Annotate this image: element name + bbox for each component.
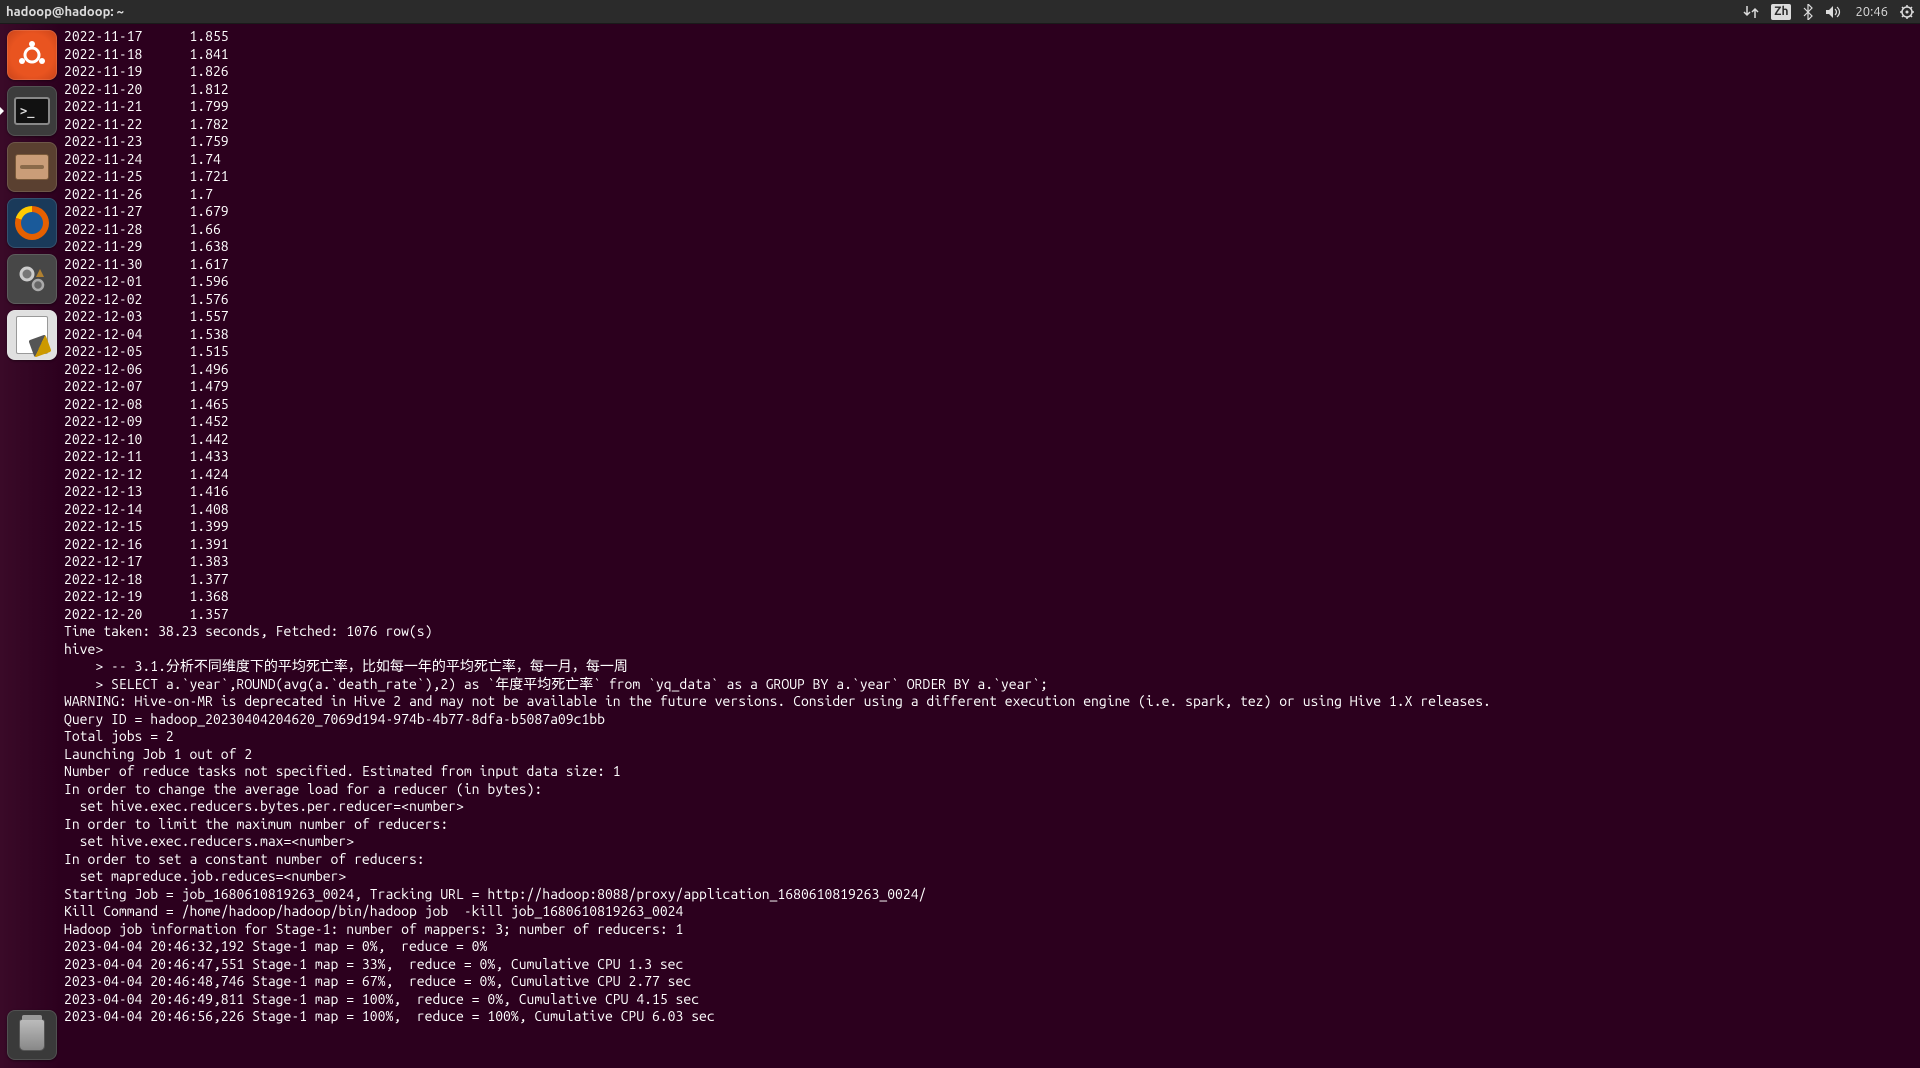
terminal-line: In order to limit the maximum number of … [64, 816, 1918, 834]
terminal-line: 2022-12-18 1.377 [64, 571, 1918, 589]
terminal-line: 2022-12-14 1.408 [64, 501, 1918, 519]
launcher-text-editor[interactable] [7, 310, 57, 360]
terminal-line: 2023-04-04 20:46:32,192 Stage-1 map = 0%… [64, 938, 1918, 956]
terminal-line: 2022-11-30 1.617 [64, 256, 1918, 274]
launcher-trash[interactable] [7, 1010, 57, 1060]
terminal-line: 2022-12-16 1.391 [64, 536, 1918, 554]
terminal-line: Kill Command = /home/hadoop/hadoop/bin/h… [64, 903, 1918, 921]
terminal-line: Query ID = hadoop_20230404204620_7069d19… [64, 711, 1918, 729]
terminal-line: 2022-11-26 1.7 [64, 186, 1918, 204]
terminal-line: 2022-11-25 1.721 [64, 168, 1918, 186]
terminal-line: WARNING: Hive-on-MR is deprecated in Hiv… [64, 693, 1918, 711]
terminal-line: 2022-12-08 1.465 [64, 396, 1918, 414]
top-panel: hadoop@hadoop: ~ Zh 20:46 [0, 0, 1920, 24]
sound-icon[interactable] [1825, 5, 1843, 19]
terminal-output[interactable]: 2022-11-17 1.8552022-11-18 1.8412022-11-… [64, 24, 1920, 1068]
launcher-files[interactable] [7, 142, 57, 192]
terminal-line: 2022-11-19 1.826 [64, 63, 1918, 81]
terminal-line: 2022-12-04 1.538 [64, 326, 1918, 344]
terminal-line: > -- 3.1.分析不同维度下的平均死亡率，比如每一年的平均死亡率，每一月，每… [64, 658, 1918, 676]
terminal-line: set hive.exec.reducers.max=<number> [64, 833, 1918, 851]
terminal-line: Time taken: 38.23 seconds, Fetched: 1076… [64, 623, 1918, 641]
terminal-line: 2023-04-04 20:46:48,746 Stage-1 map = 67… [64, 973, 1918, 991]
terminal-line: 2023-04-04 20:46:56,226 Stage-1 map = 10… [64, 1008, 1918, 1026]
terminal-line: 2022-12-07 1.479 [64, 378, 1918, 396]
terminal-line: 2023-04-04 20:46:49,811 Stage-1 map = 10… [64, 991, 1918, 1009]
clock[interactable]: 20:46 [1855, 5, 1888, 19]
terminal-line: 2022-12-02 1.576 [64, 291, 1918, 309]
terminal-line: 2022-12-11 1.433 [64, 448, 1918, 466]
terminal-line: 2022-11-22 1.782 [64, 116, 1918, 134]
terminal-line: Hadoop job information for Stage-1: numb… [64, 921, 1918, 939]
terminal-line: 2022-11-24 1.74 [64, 151, 1918, 169]
terminal-line: 2022-11-29 1.638 [64, 238, 1918, 256]
terminal-line: 2022-12-17 1.383 [64, 553, 1918, 571]
terminal-line: 2022-12-03 1.557 [64, 308, 1918, 326]
terminal-line: 2022-12-12 1.424 [64, 466, 1918, 484]
terminal-line: 2022-12-06 1.496 [64, 361, 1918, 379]
terminal-line: In order to set a constant number of red… [64, 851, 1918, 869]
terminal-line: Launching Job 1 out of 2 [64, 746, 1918, 764]
input-method-indicator[interactable]: Zh [1771, 4, 1791, 20]
terminal-line: 2022-12-09 1.452 [64, 413, 1918, 431]
terminal-line: 2023-04-04 20:46:47,551 Stage-1 map = 33… [64, 956, 1918, 974]
unity-launcher: >_ [0, 24, 64, 1068]
window-title: hadoop@hadoop: ~ [6, 5, 124, 19]
terminal-line: set mapreduce.job.reduces=<number> [64, 868, 1918, 886]
terminal-line: Starting Job = job_1680610819263_0024, T… [64, 886, 1918, 904]
terminal-line: > SELECT a.`year`,ROUND(avg(a.`death_rat… [64, 676, 1918, 694]
terminal-line: 2022-12-20 1.357 [64, 606, 1918, 624]
terminal-line: 2022-12-01 1.596 [64, 273, 1918, 291]
terminal-line: 2022-12-19 1.368 [64, 588, 1918, 606]
terminal-line: set hive.exec.reducers.bytes.per.reducer… [64, 798, 1918, 816]
system-tray: Zh 20:46 [1743, 4, 1914, 20]
terminal-line: hive> [64, 641, 1918, 659]
terminal-line: Total jobs = 2 [64, 728, 1918, 746]
network-icon[interactable] [1743, 5, 1759, 19]
terminal-line: 2022-11-17 1.855 [64, 28, 1918, 46]
terminal-line: In order to change the average load for … [64, 781, 1918, 799]
bluetooth-icon[interactable] [1803, 4, 1813, 20]
terminal-line: 2022-11-18 1.841 [64, 46, 1918, 64]
terminal-line: 2022-11-20 1.812 [64, 81, 1918, 99]
terminal-line: 2022-11-21 1.799 [64, 98, 1918, 116]
power-icon[interactable] [1900, 5, 1914, 19]
terminal-line: 2022-12-13 1.416 [64, 483, 1918, 501]
launcher-terminal[interactable]: >_ [7, 86, 57, 136]
terminal-line: 2022-11-27 1.679 [64, 203, 1918, 221]
terminal-line: 2022-12-05 1.515 [64, 343, 1918, 361]
terminal-line: 2022-11-28 1.66 [64, 221, 1918, 239]
terminal-line: 2022-12-15 1.399 [64, 518, 1918, 536]
terminal-line: 2022-11-23 1.759 [64, 133, 1918, 151]
dash-icon[interactable] [7, 30, 57, 80]
terminal-line: Number of reduce tasks not specified. Es… [64, 763, 1918, 781]
launcher-settings[interactable] [7, 254, 57, 304]
launcher-firefox[interactable] [7, 198, 57, 248]
terminal-line: 2022-12-10 1.442 [64, 431, 1918, 449]
